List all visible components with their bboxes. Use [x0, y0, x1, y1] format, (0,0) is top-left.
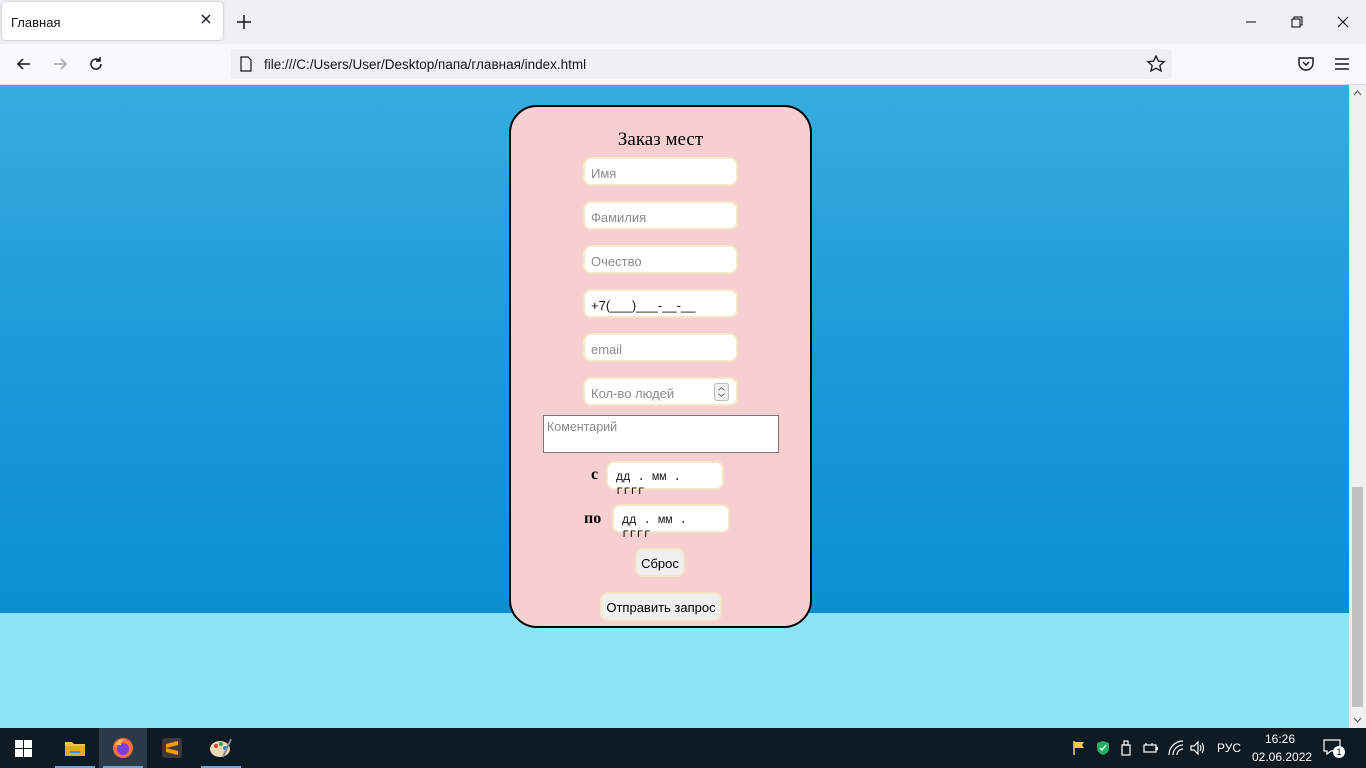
page-icon: [240, 56, 252, 72]
sublime-text-icon: [162, 738, 182, 758]
date-from-input[interactable]: дд . мм . гггг: [606, 461, 724, 498]
menu-icon[interactable]: [1332, 54, 1352, 74]
submit-button[interactable]: Отправить запрос: [600, 592, 722, 621]
tab-strip: Главная: [0, 0, 1366, 44]
phone-input[interactable]: +7(___)___-__-__: [583, 289, 738, 318]
pocket-icon[interactable]: [1296, 54, 1316, 74]
vertical-scrollbar[interactable]: [1349, 85, 1366, 728]
page-bottom-band: [0, 613, 1349, 728]
navigation-toolbar: file:///C:/Users/User/Desktop/папа/главн…: [0, 44, 1366, 85]
folder-icon: [65, 742, 85, 756]
form-title: Заказ мест: [617, 129, 704, 150]
usb-device-icon[interactable]: [1120, 740, 1132, 756]
last-name-input[interactable]: Фамилия: [583, 201, 738, 230]
paint-taskbar-button[interactable]: [197, 728, 245, 768]
booking-form: Заказ мест Имя Фамилия Очество +7(___)__…: [509, 105, 812, 628]
firefox-icon: [113, 738, 133, 758]
minimize-icon[interactable]: [1241, 12, 1261, 32]
input-language-indicator[interactable]: РУС: [1217, 741, 1241, 755]
date-to-input[interactable]: дд . мм . гггг: [612, 504, 730, 541]
bookmark-star-icon[interactable]: [1146, 54, 1166, 74]
volume-icon[interactable]: [1189, 740, 1207, 756]
windows-taskbar: РУС 16:26 02.06.2022 1: [0, 728, 1366, 768]
action-center-flag-icon[interactable]: [1071, 740, 1087, 756]
security-shield-icon[interactable]: [1096, 740, 1110, 756]
browser-tab[interactable]: Главная: [2, 2, 223, 40]
patronymic-input[interactable]: Очество: [583, 245, 738, 274]
people-count-input[interactable]: Кол-во людей: [583, 377, 738, 406]
firefox-taskbar-button[interactable]: [99, 728, 147, 768]
email-input[interactable]: email: [583, 333, 738, 362]
file-explorer-taskbar-button[interactable]: [51, 728, 99, 768]
url-text: file:///C:/Users/User/Desktop/папа/главн…: [264, 57, 587, 72]
restore-icon[interactable]: [1287, 12, 1307, 32]
scrollbar-thumb[interactable]: [1352, 487, 1363, 707]
scroll-up-icon[interactable]: [1353, 89, 1362, 98]
number-stepper-icon[interactable]: [714, 383, 729, 401]
date-to-label: по: [584, 510, 602, 527]
clock-time[interactable]: 16:26: [1265, 732, 1295, 746]
windows-start-icon[interactable]: [15, 740, 32, 757]
page-viewport: Заказ мест Имя Фамилия Очество +7(___)__…: [0, 85, 1349, 728]
reload-icon[interactable]: [86, 54, 106, 74]
notification-count-badge: 1: [1333, 746, 1345, 758]
comment-textarea[interactable]: Коментарий: [543, 415, 779, 453]
notifications-button[interactable]: 1: [1323, 739, 1345, 758]
people-count-placeholder: Кол-во людей: [591, 386, 675, 401]
clock-date[interactable]: 02.06.2022: [1252, 750, 1312, 764]
reset-button[interactable]: Сброс: [635, 548, 685, 577]
address-bar[interactable]: file:///C:/Users/User/Desktop/папа/главн…: [231, 49, 1172, 79]
close-tab-icon[interactable]: [199, 12, 213, 26]
date-from-label: с: [591, 466, 599, 483]
tab-title: Главная: [11, 15, 61, 30]
back-icon[interactable]: [14, 54, 34, 74]
sublime-taskbar-button[interactable]: [148, 728, 196, 768]
first-name-input[interactable]: Имя: [583, 157, 738, 186]
wifi-icon[interactable]: [1167, 740, 1185, 756]
scroll-down-icon[interactable]: [1353, 715, 1362, 724]
paint-palette-icon: [210, 738, 232, 758]
forward-icon[interactable]: [50, 54, 70, 74]
battery-power-icon[interactable]: [1143, 741, 1159, 755]
close-window-icon[interactable]: [1333, 12, 1353, 32]
new-tab-icon[interactable]: [235, 13, 253, 31]
